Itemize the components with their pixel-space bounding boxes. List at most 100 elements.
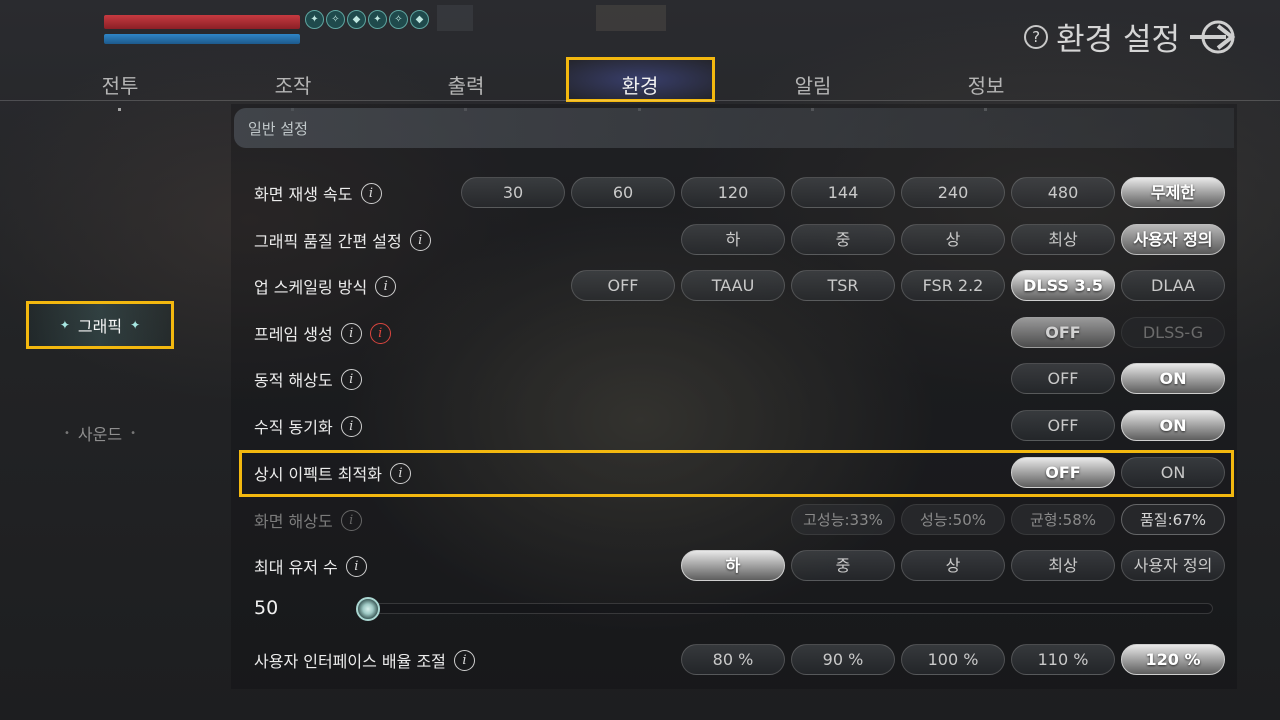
tab-combat[interactable]: 전투 <box>60 70 180 111</box>
tab-label: 환경 <box>621 74 659 98</box>
frame-rate-option[interactable]: 120 <box>681 177 785 208</box>
ui-scale-option[interactable]: 90 % <box>791 644 895 675</box>
quality-label: 그래픽 품질 간편 설정 i <box>254 225 431 255</box>
row-label-text: 사용자 인터페이스 배율 조절 <box>254 652 446 671</box>
dynamic-res-option-selected[interactable]: ON <box>1121 363 1225 394</box>
top-tabs: 전투 조작 출력 환경 알림 정보 <box>0 60 1280 111</box>
buff-icon: ✧ <box>389 10 408 29</box>
max-users-option[interactable]: 사용자 정의 <box>1121 550 1225 581</box>
help-icon[interactable]: ? <box>1024 24 1049 49</box>
hp-bar <box>104 15 300 29</box>
ui-scale-label: 사용자 인터페이스 배율 조절 i <box>254 645 475 675</box>
section-title: 일반 설정 <box>248 120 308 138</box>
tab-controls[interactable]: 조작 <box>233 70 353 111</box>
tab-info[interactable]: 정보 <box>926 70 1046 111</box>
info-icon[interactable]: i <box>453 649 475 671</box>
buff-icons: ✦ ✧ ◆ ✦ ✧ ◆ <box>305 10 429 29</box>
quality-option-selected[interactable]: 사용자 정의 <box>1121 224 1225 255</box>
tab-notifications[interactable]: 알림 <box>753 70 873 111</box>
info-icon[interactable]: i <box>345 555 367 577</box>
info-icon[interactable]: i <box>389 462 411 484</box>
ui-scale-option[interactable]: 110 % <box>1011 644 1115 675</box>
tab-dot <box>118 108 121 111</box>
tab-label: 출력 <box>447 74 485 98</box>
quality-option[interactable]: 하 <box>681 224 785 255</box>
info-icon[interactable]: i <box>340 368 362 390</box>
upscale-option-selected[interactable]: DLSS 3.5 <box>1011 270 1115 301</box>
ui-scale-option[interactable]: 80 % <box>681 644 785 675</box>
info-icon[interactable]: i <box>340 322 362 344</box>
tab-label: 전투 <box>101 74 139 98</box>
exit-icon[interactable] <box>1188 17 1240 57</box>
info-icon: i <box>340 509 362 531</box>
upscale-option[interactable]: FSR 2.2 <box>901 270 1005 301</box>
max-users-option[interactable]: 중 <box>791 550 895 581</box>
tab-output[interactable]: 출력 <box>406 70 526 111</box>
tab-label: 정보 <box>967 74 1005 98</box>
row-label-text: 그래픽 품질 간편 설정 <box>254 232 402 251</box>
upscale-option[interactable]: OFF <box>571 270 675 301</box>
max-users-option-selected[interactable]: 하 <box>681 550 785 581</box>
sidebar-item-label: 그래픽 <box>77 317 123 336</box>
tab-environment[interactable]: 환경 <box>580 70 700 111</box>
vsync-label: 수직 동기화 i <box>254 411 362 441</box>
upscale-label: 업 스케일링 방식 i <box>254 271 397 301</box>
max-users-option[interactable]: 최상 <box>1011 550 1115 581</box>
quality-option[interactable]: 중 <box>791 224 895 255</box>
info-icon[interactable]: i <box>409 229 431 251</box>
sparkle-icon: ✦ <box>130 318 141 332</box>
sidebar-item-graphics[interactable]: ✦ 그래픽 ✦ <box>26 301 174 349</box>
dot-icon: • <box>130 427 136 439</box>
buff-icon: ◆ <box>347 10 366 29</box>
ui-scale-option-selected[interactable]: 120 % <box>1121 644 1225 675</box>
hud-blurred-element <box>437 5 473 31</box>
frame-rate-option[interactable]: 30 <box>461 177 565 208</box>
page-title-bar: ? 환경 설정 <box>1024 14 1240 59</box>
vsync-option-selected[interactable]: ON <box>1121 410 1225 441</box>
frame-rate-option-selected[interactable]: 무제한 <box>1121 177 1225 208</box>
tab-divider <box>0 100 1280 101</box>
max-users-option[interactable]: 상 <box>901 550 1005 581</box>
tab-label: 조작 <box>274 74 312 98</box>
dynamic-res-label: 동적 해상도 i <box>254 364 362 394</box>
page-title: 환경 설정 <box>1056 22 1180 58</box>
tab-label: 알림 <box>794 74 832 98</box>
row-label-text: 최대 유저 수 <box>254 558 338 577</box>
sidebar-item-sound[interactable]: • 사운드 • <box>26 409 174 457</box>
row-label-text: 상시 이펙트 최적화 <box>254 465 382 484</box>
max-users-slider-handle[interactable] <box>356 597 380 621</box>
warning-info-icon[interactable]: i <box>369 322 391 344</box>
upscale-option[interactable]: TAAU <box>681 270 785 301</box>
frame-gen-label: 프레임 생성 i i <box>254 318 391 348</box>
effect-opt-option-selected[interactable]: OFF <box>1011 457 1115 488</box>
hud-blurred-element <box>596 5 666 31</box>
vsync-option[interactable]: OFF <box>1011 410 1115 441</box>
quality-option[interactable]: 최상 <box>1011 224 1115 255</box>
frame-rate-option[interactable]: 60 <box>571 177 675 208</box>
mp-bar <box>104 34 300 44</box>
upscale-option[interactable]: TSR <box>791 270 895 301</box>
row-label-text: 프레임 생성 <box>254 325 333 344</box>
effect-opt-option[interactable]: ON <box>1121 457 1225 488</box>
frame-rate-option[interactable]: 480 <box>1011 177 1115 208</box>
buff-icon: ✦ <box>305 10 324 29</box>
quality-option[interactable]: 상 <box>901 224 1005 255</box>
frame-rate-option[interactable]: 144 <box>791 177 895 208</box>
frame-rate-option[interactable]: 240 <box>901 177 1005 208</box>
ui-scale-option[interactable]: 100 % <box>901 644 1005 675</box>
info-icon[interactable]: i <box>340 415 362 437</box>
upscale-option[interactable]: DLAA <box>1121 270 1225 301</box>
screen-res-label: 화면 해상도 i <box>254 505 362 535</box>
sidebar-item-label: 사운드 <box>77 425 123 444</box>
max-users-value: 50 <box>254 597 279 619</box>
frame-gen-option-selected[interactable]: OFF <box>1011 317 1115 348</box>
info-icon[interactable]: i <box>360 182 382 204</box>
max-users-slider-track[interactable] <box>362 603 1213 614</box>
info-icon[interactable]: i <box>375 275 397 297</box>
screen-res-option: 고성능:33% <box>791 504 895 535</box>
effect-opt-label: 상시 이펙트 최적화 i <box>254 458 411 488</box>
dynamic-res-option[interactable]: OFF <box>1011 363 1115 394</box>
frame-gen-option-disabled: DLSS-G <box>1121 317 1225 348</box>
row-label-text: 수직 동기화 <box>254 418 333 437</box>
row-label-text: 화면 재생 속도 <box>254 185 353 204</box>
